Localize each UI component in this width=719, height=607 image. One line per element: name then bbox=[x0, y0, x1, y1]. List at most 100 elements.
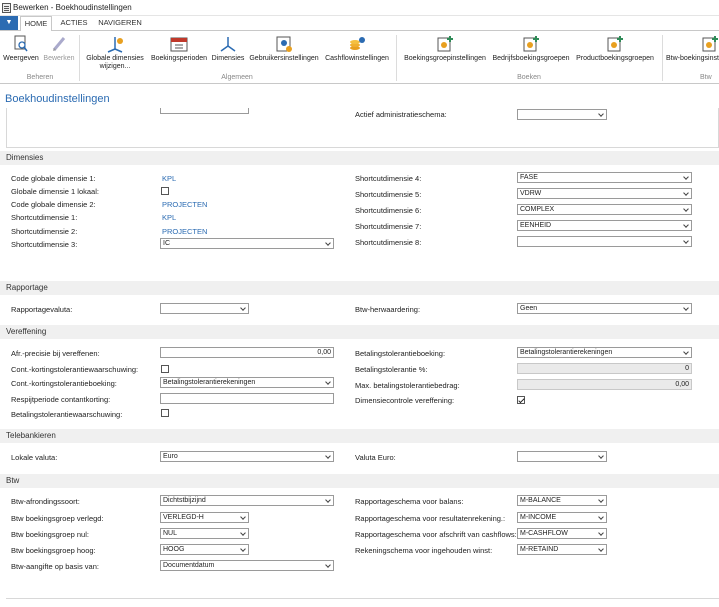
section-vat-title: Btw bbox=[6, 476, 20, 485]
pmt-disc-tol-warning-checkbox[interactable] bbox=[161, 365, 169, 373]
view-button[interactable]: Weergeven bbox=[2, 33, 40, 73]
pmt-tol-percent-input: 0 bbox=[517, 363, 692, 374]
posting-group-setup-label: Boekingsgroepinstellingen bbox=[404, 55, 486, 62]
cashflow-scheme-select[interactable]: M-CASHFLOW bbox=[517, 528, 607, 539]
chevron-down-icon bbox=[683, 206, 689, 212]
global-dim1-value[interactable]: KPL bbox=[162, 174, 176, 183]
window-title: Bewerken - Boekhoudinstellingen bbox=[13, 3, 132, 12]
section-reporting[interactable]: Rapportage bbox=[0, 281, 719, 295]
user-settings-button[interactable]: Gebruikersinstellingen bbox=[246, 33, 322, 73]
pmt-disc-grace-period-input[interactable] bbox=[160, 393, 334, 404]
section-vat[interactable]: Btw bbox=[0, 474, 719, 488]
local-currency-select[interactable]: Euro bbox=[160, 451, 334, 462]
vat-revaluation-select[interactable]: Geen bbox=[517, 303, 692, 314]
shortcut-dim6-select[interactable]: COMPLEX bbox=[517, 204, 692, 215]
balance-sheet-scheme-select[interactable]: M-BALANCE bbox=[517, 495, 607, 506]
chevron-down-icon bbox=[325, 562, 331, 568]
shortcut-dim2-label: Shortcutdimensie 2: bbox=[11, 227, 78, 236]
income-scheme-select[interactable]: M-INCOME bbox=[517, 512, 607, 523]
calendar-icon bbox=[170, 37, 188, 52]
pmt-disc-grace-period-label: Respijtperiode contantkorting: bbox=[11, 395, 111, 404]
global-dim2-value[interactable]: PROJECTEN bbox=[162, 200, 207, 209]
product-posting-groups-button[interactable]: Productboekingsgroepen bbox=[572, 33, 658, 73]
shortcut-dim8-select[interactable] bbox=[517, 236, 692, 247]
section-dimensions-title: Dimensies bbox=[6, 153, 44, 162]
group-vat-label: Btw bbox=[700, 74, 712, 81]
reporting-currency-select[interactable] bbox=[160, 303, 249, 314]
shortcut-dim5-label: Shortcutdimensie 5: bbox=[355, 190, 422, 199]
edit-label: Bewerken bbox=[43, 55, 75, 62]
vat-return-basis-select[interactable]: Documentdatum bbox=[160, 560, 334, 571]
posting-periods-label: Boekingsperioden bbox=[150, 55, 208, 62]
vat-return-basis-label: Btw-aangifte op basis van: bbox=[11, 562, 99, 571]
vat-rounding-value: Dichtstbijzijnd bbox=[163, 497, 206, 504]
vat-posting-setup-button[interactable]: Btw-boekingsinst bbox=[666, 33, 719, 73]
vat-posting-setup-label: Btw-boekingsinst bbox=[666, 55, 719, 62]
app-menu-button[interactable]: ▼ bbox=[0, 16, 18, 30]
dimensions-button[interactable]: Dimensies bbox=[210, 33, 246, 73]
pmt-disc-tol-posting-select[interactable]: Betalingstolerantierekeningen bbox=[160, 377, 334, 388]
cashflow-settings-label: Cashflowinstellingen bbox=[325, 55, 389, 62]
app-icon bbox=[2, 3, 11, 13]
shortcut-dim1-value[interactable]: KPL bbox=[162, 213, 176, 222]
dimensions-axes-icon bbox=[220, 37, 236, 52]
shortcut-dim3-value: IC bbox=[163, 240, 170, 247]
pmt-tol-warning-checkbox[interactable] bbox=[161, 409, 169, 417]
product-groups-icon bbox=[607, 36, 623, 52]
business-posting-groups-button[interactable]: Bedrijfsboekingsgroepen bbox=[490, 33, 572, 73]
vat-group-reverse-value: VERLEGD-H bbox=[163, 514, 204, 521]
local-currency-value: Euro bbox=[163, 453, 178, 460]
dim-check-settlement-checkbox[interactable] bbox=[517, 396, 525, 404]
vat-group-high-select[interactable]: HOOG bbox=[160, 544, 249, 555]
balance-sheet-scheme-value: M-BALANCE bbox=[520, 497, 561, 504]
tab-home[interactable]: HOME bbox=[20, 16, 52, 31]
global-dim1-local-checkbox[interactable] bbox=[161, 187, 169, 195]
vat-rounding-label: Btw-afrondingssoort: bbox=[11, 497, 80, 506]
tab-actions[interactable]: ACTIES bbox=[55, 16, 93, 31]
income-scheme-label: Rapportageschema voor resultatenrekening… bbox=[355, 514, 506, 523]
pmt-tol-posting-select[interactable]: Betalingstolerantierekeningen bbox=[517, 347, 692, 358]
section-reporting-title: Rapportage bbox=[6, 283, 48, 292]
euro-currency-select[interactable] bbox=[517, 451, 607, 462]
general-field-partial[interactable] bbox=[160, 108, 249, 114]
global-dim1-label: Code globale dimensie 1: bbox=[11, 174, 96, 183]
vat-group-reverse-select[interactable]: VERLEGD-H bbox=[160, 512, 249, 523]
shortcut-dim6-value: COMPLEX bbox=[520, 206, 555, 213]
balance-sheet-scheme-label: Rapportageschema voor balans: bbox=[355, 497, 464, 506]
chevron-down-icon bbox=[683, 238, 689, 244]
view-icon bbox=[14, 35, 28, 52]
retained-earnings-scheme-select[interactable]: M-RETAIND bbox=[517, 544, 607, 555]
shortcut-dim1-label: Shortcutdimensie 1: bbox=[11, 213, 78, 222]
shortcut-dim3-select[interactable]: IC bbox=[160, 238, 334, 249]
change-global-dimensions-button[interactable]: Globale dimensies wijzigen... bbox=[82, 33, 148, 73]
group-posting-label: Boeken bbox=[517, 74, 541, 81]
user-settings-label: Gebruikersinstellingen bbox=[249, 55, 319, 62]
chevron-down-icon bbox=[598, 514, 604, 520]
chevron-down-icon bbox=[240, 546, 246, 552]
dimensions-icon bbox=[107, 37, 123, 53]
vat-group-zero-select[interactable]: NUL bbox=[160, 528, 249, 539]
section-telebanking[interactable]: Telebankieren bbox=[0, 429, 719, 443]
shortcut-dim2-value[interactable]: PROJECTEN bbox=[162, 227, 207, 236]
shortcut-dim5-select[interactable]: VDRW bbox=[517, 188, 692, 199]
ribbon-separator bbox=[662, 35, 663, 81]
global-dim1-local-label: Globale dimensie 1 lokaal: bbox=[11, 187, 99, 196]
active-scheme-select[interactable] bbox=[517, 109, 607, 120]
section-settlement[interactable]: Vereffening bbox=[0, 325, 719, 339]
shortcut-dim4-select[interactable]: FASE bbox=[517, 172, 692, 183]
appln-rounding-label: Afr.-precisie bij vereffenen: bbox=[11, 349, 100, 358]
posting-periods-button[interactable]: Boekingsperioden bbox=[148, 33, 210, 73]
section-dimensions[interactable]: Dimensies bbox=[0, 151, 719, 165]
shortcut-dim7-select[interactable]: EENHEID bbox=[517, 220, 692, 231]
appln-rounding-input[interactable]: 0,00 bbox=[160, 347, 334, 358]
tab-navigate[interactable]: NAVIGEREN bbox=[96, 16, 144, 31]
vat-group-zero-label: Btw boekingsgroep nul: bbox=[11, 530, 89, 539]
vat-rounding-select[interactable]: Dichtstbijzijnd bbox=[160, 495, 334, 506]
shortcut-dim8-label: Shortcutdimensie 8: bbox=[355, 238, 422, 247]
posting-group-setup-button[interactable]: Boekingsgroepinstellingen bbox=[400, 33, 490, 73]
retained-earnings-scheme-value: M-RETAIND bbox=[520, 546, 559, 553]
edit-button[interactable]: Bewerken bbox=[41, 33, 77, 73]
cashflow-settings-button[interactable]: Cashflowinstellingen bbox=[322, 33, 392, 73]
global-dim2-label: Code globale dimensie 2: bbox=[11, 200, 96, 209]
section-settlement-title: Vereffening bbox=[6, 327, 47, 336]
